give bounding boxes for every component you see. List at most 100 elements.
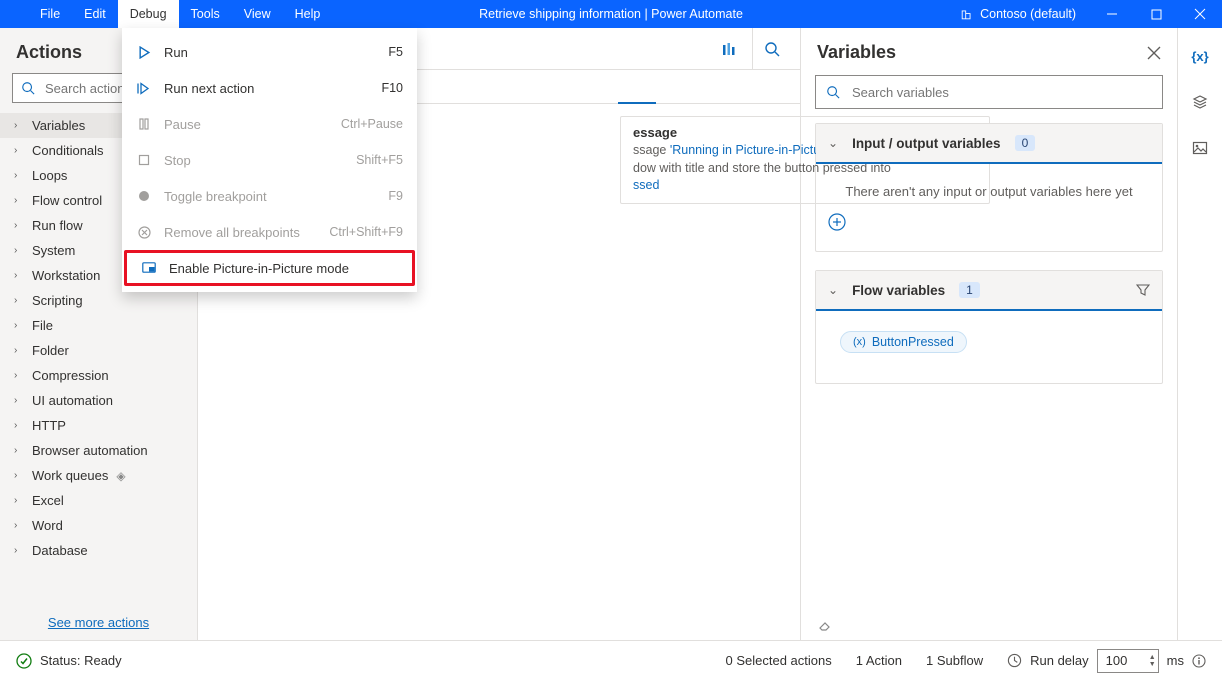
info-icon[interactable]	[1192, 654, 1206, 668]
add-io-variable-button[interactable]	[828, 213, 1150, 231]
run-delay-value: 100	[1106, 653, 1128, 668]
chevron-right-icon: ›	[14, 270, 24, 281]
category-label: Run flow	[32, 218, 83, 233]
category-label: Word	[32, 518, 63, 533]
pip-icon	[141, 262, 157, 275]
actions-category-work-queues[interactable]: › Work queues ◈	[0, 463, 197, 488]
chevron-right-icon: ›	[14, 545, 24, 556]
debug-pause: PauseCtrl+Pause	[122, 106, 417, 142]
right-rail: {x}	[1178, 28, 1222, 640]
filter-icon[interactable]	[1136, 283, 1150, 297]
chevron-right-icon: ›	[14, 120, 24, 131]
actions-category-file[interactable]: › File	[0, 313, 197, 338]
debug-remove-all-breakpoints: Remove all breakpointsCtrl+Shift+F9	[122, 214, 417, 250]
variable-chip[interactable]: (x) ButtonPressed	[840, 331, 967, 353]
chevron-right-icon: ›	[14, 320, 24, 331]
flow-variables-header[interactable]: ⌄ Flow variables 1	[816, 271, 1162, 311]
window-maximize[interactable]	[1134, 0, 1178, 28]
actions-category-folder[interactable]: › Folder	[0, 338, 197, 363]
chevron-right-icon: ›	[14, 170, 24, 181]
menu-item-accelerator: F10	[381, 81, 403, 95]
actions-category-ui-automation[interactable]: ›UI automation	[0, 388, 197, 413]
rail-images-button[interactable]	[1178, 128, 1222, 168]
breakpoint-icon	[136, 190, 152, 202]
actions-category-http[interactable]: › HTTP	[0, 413, 197, 438]
chevron-right-icon: ›	[14, 345, 24, 356]
menu-help[interactable]: Help	[283, 0, 333, 28]
debug-enable-picture-in-picture-mode[interactable]: Enable Picture-in-Picture mode	[124, 250, 415, 286]
menu-item-accelerator: Shift+F5	[356, 153, 403, 167]
category-label: Database	[32, 543, 88, 558]
actions-category-database[interactable]: › Database	[0, 538, 197, 563]
chevron-right-icon: ›	[14, 370, 24, 381]
stop-icon	[136, 154, 152, 166]
variables-heading: Variables	[817, 42, 896, 63]
menu-debug[interactable]: Debug	[118, 0, 179, 28]
actions-category-excel[interactable]: ›Excel	[0, 488, 197, 513]
chevron-right-icon: ›	[14, 420, 24, 431]
menu-item-accelerator: F5	[388, 45, 403, 59]
eraser-icon[interactable]	[801, 608, 1177, 640]
window-minimize[interactable]	[1090, 0, 1134, 28]
actions-panel: Actions ›Variables›Conditionals›Loops›Fl…	[0, 28, 198, 640]
actions-category-browser-automation[interactable]: ›Browser automation	[0, 438, 197, 463]
chevron-right-icon: ›	[14, 245, 24, 256]
run-delay-input[interactable]: 100 ▲▼	[1097, 649, 1159, 673]
data-icon-button[interactable]	[710, 28, 748, 70]
category-label: HTTP	[32, 418, 66, 433]
close-variables-button[interactable]	[1147, 46, 1161, 60]
chevron-right-icon: ›	[14, 445, 24, 456]
menu-item-label: Stop	[164, 153, 344, 168]
category-label: Work queues	[32, 468, 108, 483]
io-variables-header[interactable]: ⌄ Input / output variables 0	[816, 124, 1162, 164]
search-icon	[826, 85, 840, 99]
chevron-right-icon: ›	[14, 470, 24, 481]
menu-item-label: Run next action	[164, 81, 369, 96]
flow-variables-body: (x) ButtonPressed	[816, 311, 1162, 383]
actions-category-compression[interactable]: ›Compression	[0, 363, 197, 388]
title-bar: File Edit Debug Tools View Help Retrieve…	[0, 0, 1222, 28]
rail-variables-button[interactable]: {x}	[1178, 36, 1222, 76]
menu-view[interactable]: View	[232, 0, 283, 28]
see-more-actions-link[interactable]: See more actions	[0, 607, 197, 640]
title-right: Contoso (default)	[946, 0, 1222, 28]
category-label: Variables	[32, 118, 85, 133]
clock-icon	[1007, 653, 1022, 668]
chevron-right-icon: ›	[14, 520, 24, 531]
debug-run-next-action[interactable]: Run next action F10	[122, 70, 417, 106]
spinner-icon[interactable]: ▲▼	[1149, 654, 1156, 668]
chevron-down-icon[interactable]: ⌄	[828, 136, 838, 150]
category-label: Folder	[32, 343, 69, 358]
pause-icon	[136, 118, 152, 130]
category-label: Scripting	[32, 293, 83, 308]
category-label: Excel	[32, 493, 64, 508]
search-flow-button[interactable]	[752, 28, 790, 70]
variables-search[interactable]	[815, 75, 1163, 109]
flow-variables-count: 1	[959, 282, 980, 298]
environment-picker[interactable]: Contoso (default)	[946, 7, 1090, 21]
environment-label: Contoso (default)	[980, 7, 1076, 21]
debug-run[interactable]: Run F5	[122, 34, 417, 70]
variable-chip-label: ButtonPressed	[872, 335, 954, 349]
status-text: Status: Ready	[40, 653, 122, 668]
app-body: Actions ›Variables›Conditionals›Loops›Fl…	[0, 28, 1222, 640]
category-label: File	[32, 318, 53, 333]
ms-label: ms	[1167, 653, 1184, 668]
run-delay-control: Run delay 100 ▲▼ ms	[1007, 649, 1206, 673]
step-icon	[136, 82, 152, 95]
actions-category-word[interactable]: › Word	[0, 513, 197, 538]
variables-search-input[interactable]	[850, 84, 1152, 101]
window-close[interactable]	[1178, 0, 1222, 28]
chevron-down-icon[interactable]: ⌄	[828, 283, 838, 297]
debug-stop: Stop Shift+F5	[122, 142, 417, 178]
menu-item-label: Run	[164, 45, 376, 60]
search-icon	[21, 81, 35, 95]
flow-variables-section: ⌄ Flow variables 1 (x) ButtonPressed	[815, 270, 1163, 384]
menu-tools[interactable]: Tools	[179, 0, 232, 28]
chevron-right-icon: ›	[14, 220, 24, 231]
menu-edit[interactable]: Edit	[72, 0, 118, 28]
variable-icon: (x)	[853, 336, 866, 348]
rail-layers-button[interactable]	[1178, 82, 1222, 122]
premium-icon: ◈	[116, 469, 125, 483]
menu-file[interactable]: File	[28, 0, 72, 28]
